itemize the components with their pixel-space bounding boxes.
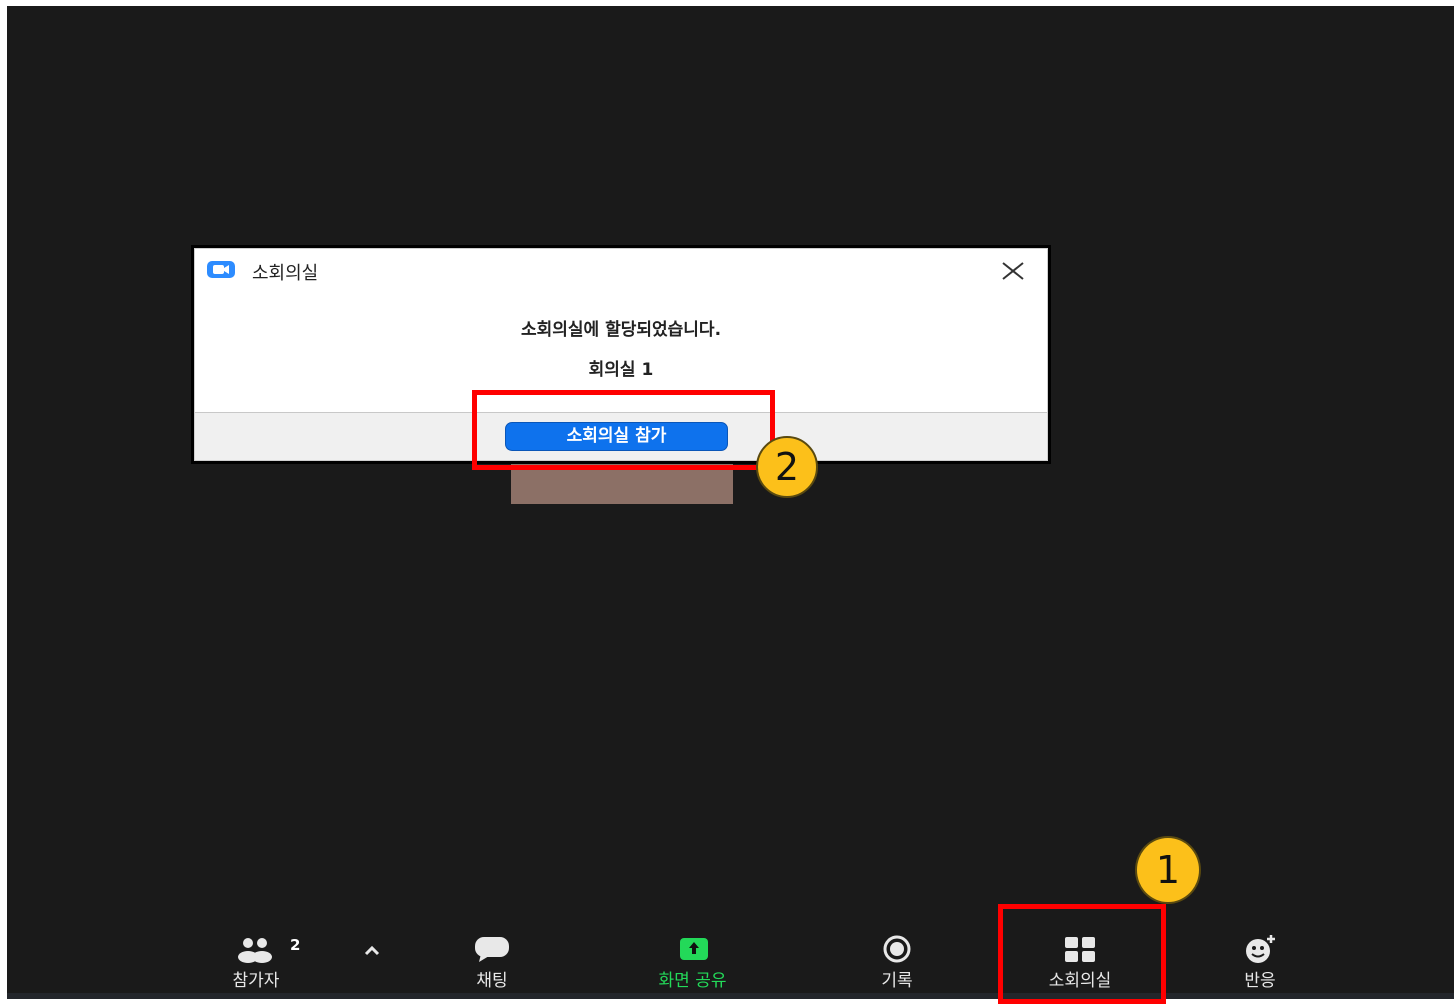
- participant-count-badge: 2: [290, 936, 301, 954]
- share-screen-icon: [630, 932, 755, 966]
- breakout-rooms-label: 소회의실: [1048, 971, 1112, 991]
- reactions-button[interactable]: 반응: [1218, 932, 1302, 992]
- participants-options-button[interactable]: [360, 932, 384, 992]
- record-label: 기록: [881, 971, 913, 991]
- highlight-box-join: [472, 390, 775, 470]
- participants-label: 참가자: [232, 971, 280, 991]
- record-button[interactable]: 기록: [852, 932, 942, 992]
- record-icon: [852, 932, 942, 966]
- reactions-label: 반응: [1244, 971, 1276, 991]
- breakout-rooms-button[interactable]: 소회의실: [1021, 932, 1139, 992]
- breakout-rooms-icon: [1021, 932, 1139, 966]
- participants-button[interactable]: 2 참가자: [206, 932, 306, 992]
- share-screen-label: 화면 공유: [658, 971, 727, 991]
- dialog-header: 소회의실: [195, 249, 1047, 287]
- bottom-strip: [7, 993, 1454, 999]
- share-screen-button[interactable]: 화면 공유: [630, 932, 755, 992]
- chat-label: 채팅: [476, 971, 508, 991]
- close-icon[interactable]: [1001, 259, 1025, 283]
- dialog-title: 소회의실: [252, 263, 319, 284]
- step-marker-2: 2: [756, 436, 818, 498]
- reactions-icon: [1218, 932, 1302, 966]
- step-marker-1: 1: [1135, 836, 1201, 904]
- chat-icon: [447, 932, 537, 966]
- room-name: 회의실 1: [588, 360, 654, 380]
- chevron-up-icon: [360, 932, 384, 966]
- dialog-message: 소회의실에 할당되었습니다.: [520, 320, 722, 340]
- zoom-logo-icon: [207, 261, 235, 278]
- chat-button[interactable]: 채팅: [447, 932, 537, 992]
